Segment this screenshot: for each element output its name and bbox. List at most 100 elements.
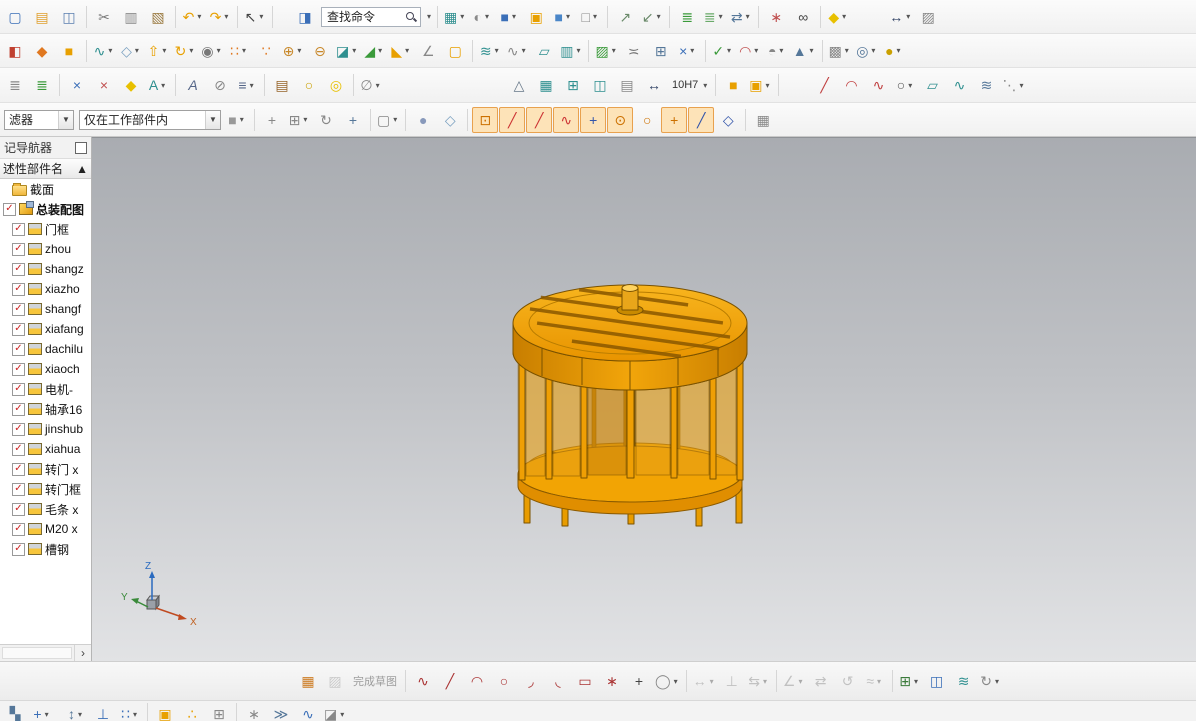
arc-icon[interactable]: ◠ (464, 668, 490, 694)
selection-scope-caret[interactable]: ▼ (205, 110, 220, 129)
revolve-icon-caret[interactable]: ▾ (187, 46, 195, 55)
rectangle-icon[interactable]: ▭ (572, 668, 598, 694)
through-curves-icon[interactable]: ≋ ▾ (477, 38, 503, 64)
draft-triangle-icon[interactable]: △ (506, 72, 532, 98)
shaded-sphere-icon[interactable]: ● (410, 107, 436, 133)
render-style-icon[interactable]: ◎ ▾ (854, 38, 880, 64)
window-layout-icon[interactable]: ▦ ▾ (442, 4, 468, 30)
expand-more-icon[interactable]: ⋱ ▾ (1001, 72, 1028, 98)
wireframe-cube-icon[interactable]: ◇ (437, 107, 463, 133)
sequence-icon[interactable]: ≫ (268, 701, 294, 721)
component-label[interactable]: 槽钢 (45, 541, 69, 558)
assembly-cube-icon-caret[interactable]: ▾ (238, 115, 246, 124)
frame-icon[interactable]: ◫ (587, 72, 613, 98)
selection-arrow-icon[interactable]: ↖ ▾ (242, 4, 268, 30)
reflect-analysis-icon-caret[interactable]: ▾ (777, 46, 785, 55)
make-symmetric-icon[interactable]: ⇆ ▾ (746, 668, 772, 694)
save-icon[interactable]: ◫ (56, 4, 82, 30)
component-checkbox[interactable]: ✓ (12, 342, 25, 356)
spline-curve-icon[interactable]: ∿ (866, 72, 892, 98)
chamfer-icon[interactable]: ◣ ▾ (388, 38, 414, 64)
tree-row[interactable]: ✓ 转门框 (0, 479, 91, 499)
extrude-icon[interactable]: ⇧ ▾ (145, 38, 171, 64)
x-form-icon-caret[interactable]: ▾ (688, 46, 696, 55)
component-checkbox[interactable]: ✓ (12, 262, 25, 276)
tree-row[interactable]: ✓ M20 x (0, 519, 91, 539)
grid-snap-icon[interactable]: ▦ (750, 107, 776, 133)
offset-surface-icon-caret[interactable]: ▾ (574, 46, 582, 55)
sphere-set-icon[interactable]: ∵ (253, 38, 279, 64)
tree-row[interactable]: ✓ 门框 (0, 219, 91, 239)
move-component-icon-caret[interactable]: ▾ (76, 710, 84, 719)
pattern-component-icon-caret[interactable]: ▾ (131, 710, 139, 719)
scene-settings-icon[interactable]: ▩ ▾ (827, 38, 853, 64)
marquee-select-icon-caret[interactable]: ▾ (391, 115, 399, 124)
patch-icon-caret[interactable]: ▾ (610, 46, 618, 55)
snap-handle-icon[interactable]: ⊞ ▾ (286, 107, 312, 133)
command-finder[interactable] (321, 6, 421, 27)
pattern-feature-icon-caret[interactable]: ▾ (240, 46, 248, 55)
edge-blend-icon[interactable]: ◢ ▾ (361, 38, 387, 64)
control-point-snap-icon[interactable]: ∿ (553, 106, 580, 133)
find-component-icon[interactable]: ∞ (790, 4, 816, 30)
selection-filter-combo[interactable]: 滤器 ▼ (4, 109, 74, 130)
section-hatch-icon[interactable]: ▨ (915, 4, 941, 30)
trim-body-icon-caret[interactable]: ▾ (350, 46, 358, 55)
dimension-arrow-icon[interactable]: ↔ (641, 72, 667, 98)
layer-category-icon[interactable]: ≣ (29, 72, 55, 98)
text-icon-caret[interactable]: ▾ (159, 81, 167, 90)
component-label[interactable]: jinshub (45, 422, 83, 436)
ellipse-icon-caret[interactable]: ▾ (672, 677, 680, 686)
wave-link-icon[interactable]: ∿ (295, 701, 321, 721)
draft-analysis-icon[interactable]: ▲ ▾ (791, 38, 818, 64)
marquee-select-icon[interactable]: ▢ ▾ (375, 107, 401, 133)
part-info-icon[interactable]: ◨ (292, 4, 318, 30)
show-hide-icon-caret[interactable]: ▾ (510, 12, 518, 21)
pattern-curve-icon-caret[interactable]: ▾ (912, 677, 920, 686)
dimension-grid-icon[interactable]: ⊞ (560, 72, 586, 98)
tree-row[interactable]: 截面 (0, 179, 91, 199)
tree-row[interactable]: ✓ xiaoch (0, 359, 91, 379)
window-layout-icon-caret[interactable]: ▾ (458, 12, 466, 21)
inferred-constraints-icon-caret[interactable]: ▾ (875, 677, 883, 686)
add-component-icon[interactable]: + ▾ (29, 701, 55, 721)
component-label[interactable]: 电机- (45, 381, 73, 398)
component-label[interactable]: shangf (45, 302, 81, 316)
hscroll-track[interactable] (2, 647, 72, 659)
line-icon[interactable]: ╱ (437, 668, 463, 694)
mirror-curve-icon[interactable]: ◫ (924, 668, 950, 694)
search-input[interactable] (325, 8, 405, 25)
shell-icon[interactable]: ▢ (442, 38, 468, 64)
material-icon-caret[interactable]: ▾ (840, 12, 848, 21)
exploded-view-icon[interactable]: ∗ (241, 701, 267, 721)
cut-icon[interactable]: ✂ (91, 4, 117, 30)
quadrant-snap-icon[interactable]: ○ (634, 107, 660, 133)
tree-row[interactable]: ✓ jinshub (0, 419, 91, 439)
unite-icon-caret[interactable]: ▾ (295, 46, 303, 55)
offset-curve-icon[interactable]: ≋ (951, 668, 977, 694)
snap-handle-icon-caret[interactable]: ▾ (301, 115, 309, 124)
redo-icon-caret[interactable]: ▾ (222, 12, 230, 21)
assembly-cut-icon[interactable]: ◪ ▾ (322, 701, 348, 721)
component-label[interactable]: xiafang (45, 322, 84, 336)
offset-surface-icon[interactable]: ▥ ▾ (558, 38, 584, 64)
sketch-icon-caret[interactable]: ▾ (106, 46, 114, 55)
washer-icon[interactable]: ◎ (323, 72, 349, 98)
intersection-snap-icon[interactable]: + (580, 106, 607, 133)
component-checkbox[interactable]: ✓ (12, 402, 25, 416)
component-checkbox[interactable]: ✓ (12, 462, 25, 476)
sew-icon[interactable]: ≍ (621, 38, 647, 64)
window-icon[interactable]: □ ▾ (577, 4, 603, 30)
delete-face-icon[interactable]: × (91, 72, 117, 98)
enable-snap-icon[interactable]: ⊡ (472, 106, 499, 133)
component-label[interactable]: zhou (45, 242, 71, 256)
ellipse-icon[interactable]: ◯ ▾ (653, 668, 682, 694)
copy-icon[interactable]: ▥ (118, 4, 144, 30)
assembly-cut-icon-caret[interactable]: ▾ (338, 710, 346, 719)
trim-curve-icon[interactable]: ◟ (545, 668, 571, 694)
display-mode-icon[interactable]: ◐ ▾ (469, 4, 495, 30)
reflect-analysis-icon[interactable]: ◓ ▾ (764, 38, 790, 64)
cylinder-icon[interactable]: ○ (296, 72, 322, 98)
arc-curve-icon[interactable]: ◠ (839, 72, 865, 98)
component-label[interactable]: 转门 x (45, 461, 78, 478)
